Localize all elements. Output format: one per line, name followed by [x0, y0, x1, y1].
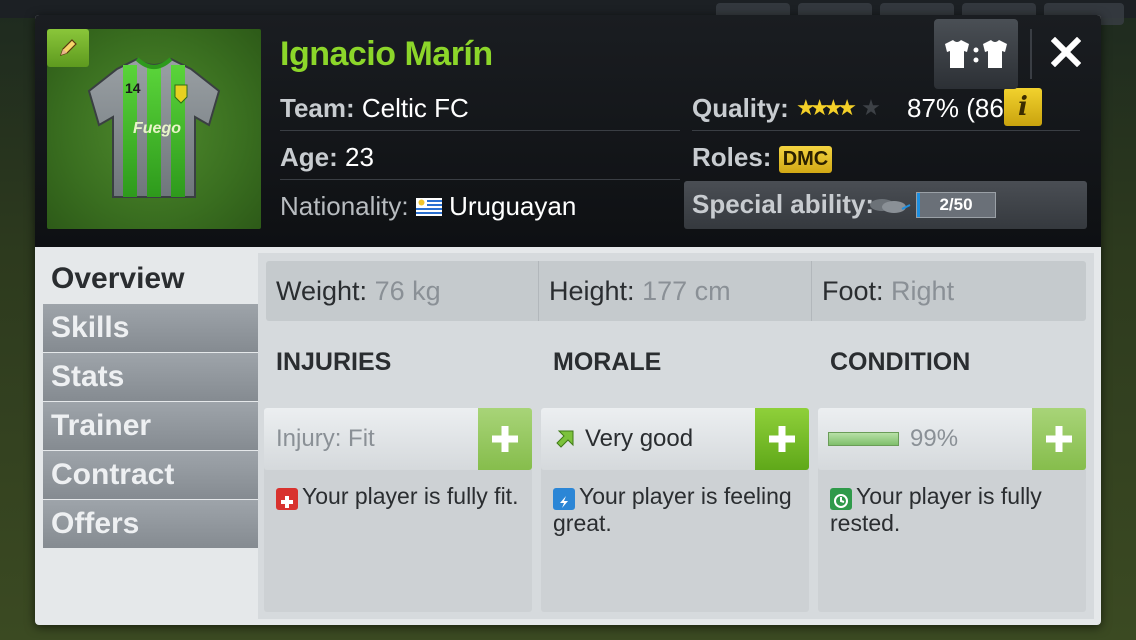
- condition-message-text: Your player is fully rested.: [830, 483, 1042, 536]
- physical-stats-bar: Weight: 76 kg Height: 177 cm Foot: Right: [266, 261, 1086, 321]
- condition-status-box: 99%: [818, 408, 1086, 470]
- roles-row: Roles: DMC: [692, 142, 833, 173]
- special-ability-value: 2/50: [939, 195, 973, 214]
- age-value: 23: [345, 142, 374, 172]
- special-ability-label: Special ability:: [692, 189, 874, 220]
- foot-stat: Foot: Right: [812, 261, 954, 321]
- injury-plus-button[interactable]: [478, 408, 532, 470]
- info-button[interactable]: i: [1004, 88, 1042, 126]
- overview-panel: Weight: 76 kg Height: 177 cm Foot: Right…: [258, 253, 1094, 619]
- foot-label: Foot:: [822, 276, 884, 306]
- player-header: 14 Fuego Ignacio Marín Team: Celtic FC A…: [35, 15, 1101, 247]
- quality-row: Quality: ★★★★ ★: [692, 93, 881, 124]
- plus-icon: [769, 426, 795, 452]
- lightning-icon: [553, 488, 575, 510]
- injury-label: Injury:: [276, 425, 342, 452]
- tab-overview[interactable]: Overview: [43, 255, 258, 303]
- kit-compare-button[interactable]: [934, 19, 1018, 89]
- condition-section: CONDITION 99% Your player is fully reste…: [818, 338, 1086, 614]
- age-row: Age: 23: [280, 142, 374, 173]
- star-icon: ★: [823, 95, 844, 120]
- special-ability-progress: 2/50: [916, 192, 996, 218]
- height-value: 177 cm: [642, 276, 731, 306]
- medical-cross-icon: [276, 488, 298, 510]
- age-label: Age:: [280, 142, 338, 172]
- info-icon: i: [1018, 92, 1028, 122]
- shirts-icon: [945, 40, 1007, 68]
- injury-message: Your player is fully fit.: [276, 483, 524, 510]
- tab-contract[interactable]: Contract: [43, 451, 258, 499]
- condition-title: CONDITION: [830, 348, 971, 376]
- tab-stats[interactable]: Stats: [43, 353, 258, 401]
- quality-stars: ★★★★: [796, 95, 857, 120]
- foot-value: Right: [891, 276, 955, 306]
- quality-value: 87% (86): [907, 93, 1013, 123]
- morale-message-text: Your player is feeling great.: [553, 483, 792, 536]
- morale-status: Very good: [555, 408, 693, 470]
- tab-offers[interactable]: Offers: [43, 500, 258, 548]
- divider: [280, 179, 680, 180]
- weight-label: Weight:: [276, 276, 368, 306]
- side-tabs: Overview Skills Stats Trainer Contract O…: [43, 255, 258, 549]
- morale-value: Very good: [585, 425, 694, 452]
- nationality-value: Uruguayan: [449, 191, 577, 221]
- quality-label: Quality:: [692, 93, 789, 123]
- morale-title: MORALE: [553, 348, 662, 376]
- star-icon: ★: [809, 95, 830, 120]
- weight-stat: Weight: 76 kg: [266, 261, 441, 321]
- injury-status-box: Injury: Fit: [264, 408, 532, 470]
- injury-value: Fit: [348, 425, 375, 452]
- injury-status: Injury: Fit: [276, 408, 375, 470]
- plus-icon: [492, 426, 518, 452]
- team-value[interactable]: Celtic FC: [362, 93, 469, 123]
- player-modal: 14 Fuego Ignacio Marín Team: Celtic FC A…: [35, 15, 1101, 625]
- close-icon: [1051, 37, 1081, 67]
- star-icon: ★: [837, 95, 857, 120]
- roles-label: Roles:: [692, 142, 772, 172]
- injury-message-text: Your player is fully fit.: [302, 483, 519, 509]
- pencil-icon: [60, 39, 77, 56]
- condition-bar: [828, 432, 899, 446]
- divider: [280, 130, 680, 131]
- height-stat: Height: 177 cm: [539, 261, 731, 321]
- team-label: Team:: [280, 93, 355, 123]
- special-ability-panel[interactable]: Special ability: 2/50: [684, 181, 1087, 229]
- jersey-number: 14: [125, 80, 141, 96]
- height-label: Height:: [549, 276, 635, 306]
- condition-plus-button[interactable]: [1032, 408, 1086, 470]
- divider: [1030, 29, 1032, 79]
- divider: [692, 130, 1080, 131]
- nationality-row: Nationality: Uruguayan: [280, 191, 576, 222]
- close-button[interactable]: [1041, 27, 1091, 77]
- team-row: Team: Celtic FC: [280, 93, 469, 124]
- injuries-title: INJURIES: [276, 348, 392, 376]
- morale-arrow-icon: [556, 430, 574, 448]
- jersey-sponsor: Fuego: [133, 120, 181, 137]
- star-icon: ★: [796, 95, 816, 120]
- injuries-section: INJURIES Injury: Fit Your player is full…: [264, 338, 532, 614]
- star-empty-icon: ★: [861, 95, 881, 120]
- morale-section: MORALE Very good Your player is feeling …: [541, 338, 809, 614]
- edit-button[interactable]: [47, 29, 89, 67]
- tab-skills[interactable]: Skills: [43, 304, 258, 352]
- condition-value: 99%: [910, 425, 959, 452]
- nationality-label: Nationality:: [280, 191, 409, 221]
- morale-plus-button[interactable]: [755, 408, 809, 470]
- clock-icon: [830, 488, 852, 510]
- morale-message: Your player is feeling great.: [553, 483, 801, 537]
- morale-status-box: Very good: [541, 408, 809, 470]
- plus-icon: [1046, 426, 1072, 452]
- role-badge: DMC: [778, 145, 833, 173]
- tab-trainer[interactable]: Trainer: [43, 402, 258, 450]
- boots-icon: [870, 199, 911, 213]
- uruguay-flag-icon: [415, 198, 442, 216]
- weight-value: 76 kg: [374, 276, 441, 306]
- condition-message: Your player is fully rested.: [830, 483, 1078, 537]
- special-ability-text: Special ability:: [692, 189, 875, 219]
- player-name: Ignacio Marín: [280, 35, 493, 73]
